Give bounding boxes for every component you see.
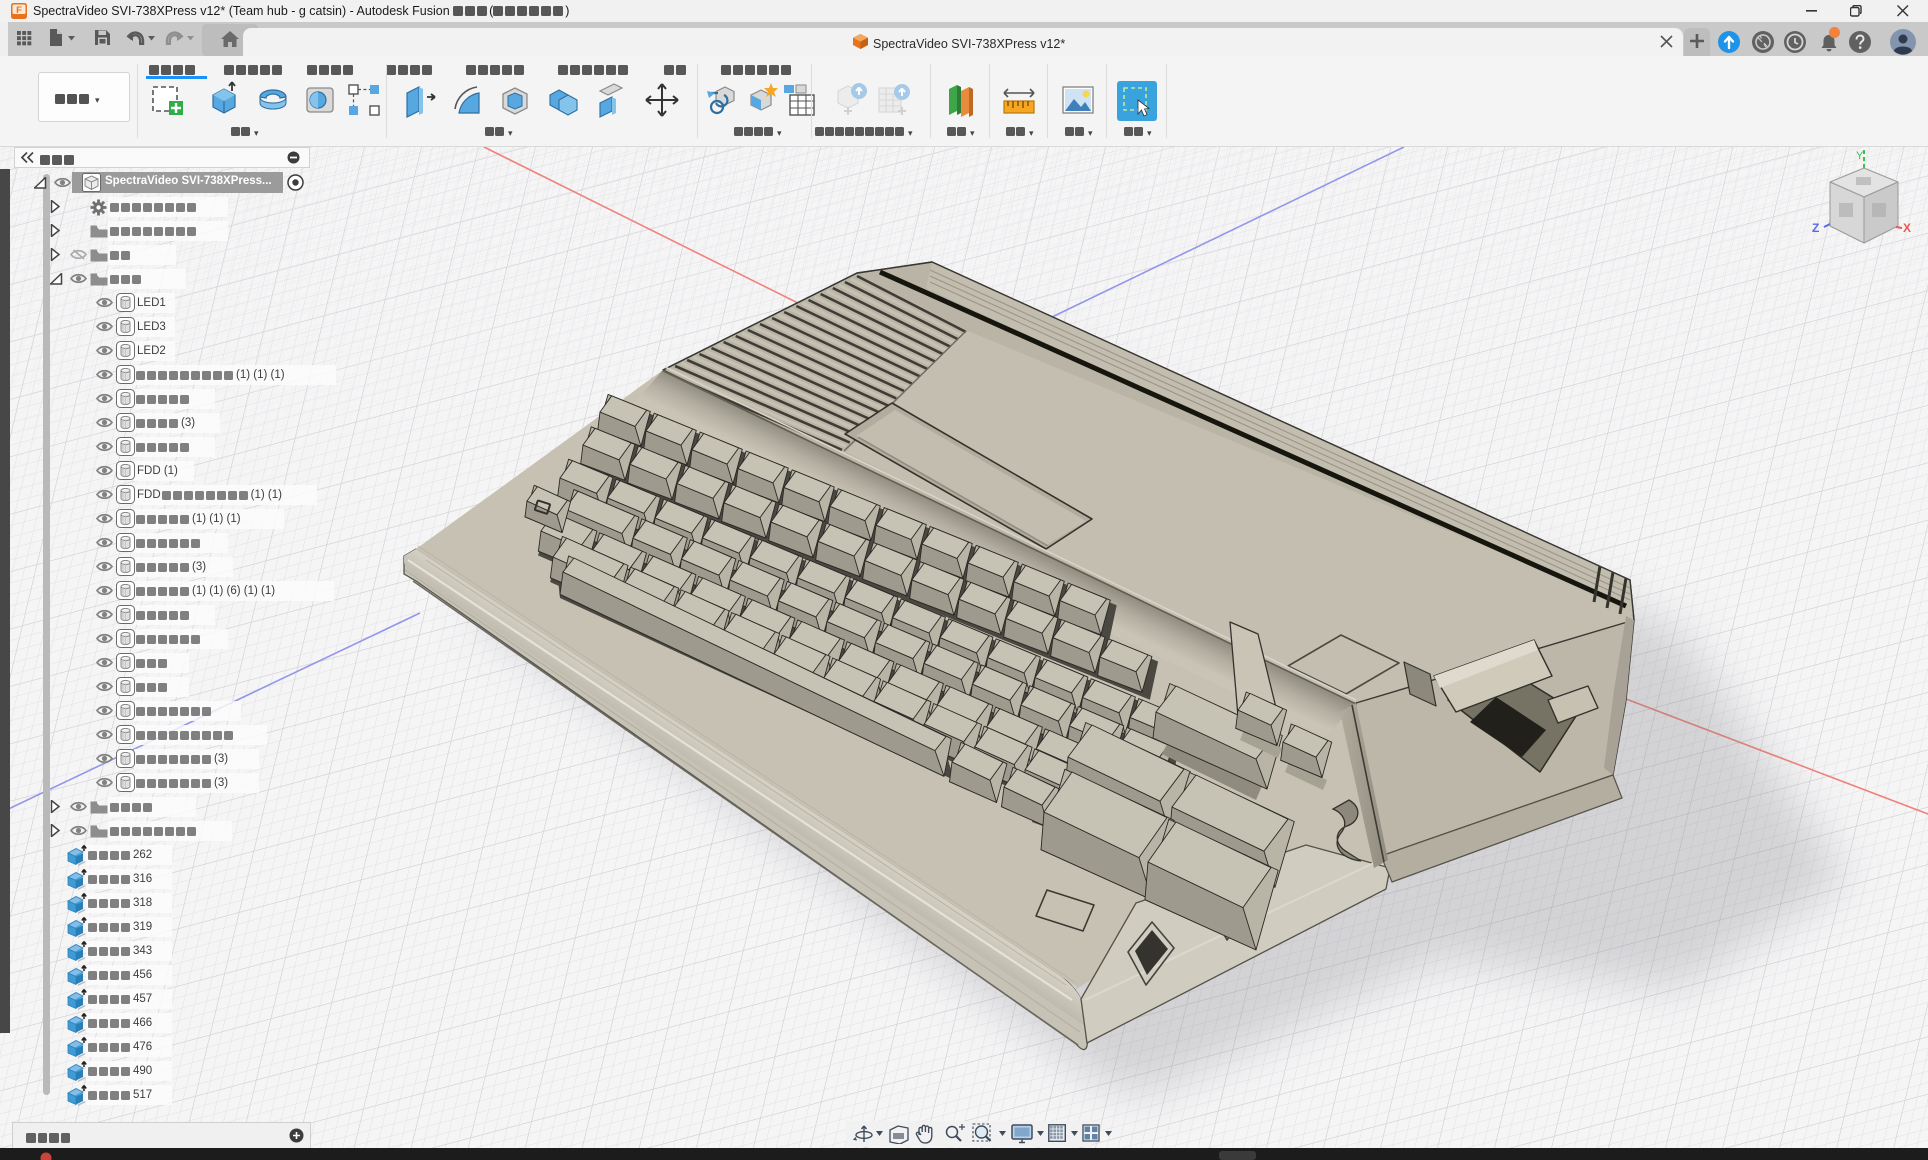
svg-text:Z: Z xyxy=(1812,221,1819,235)
svg-text:F: F xyxy=(16,5,22,16)
svg-text:Y: Y xyxy=(1856,150,1864,162)
svg-text:X: X xyxy=(1903,221,1911,235)
